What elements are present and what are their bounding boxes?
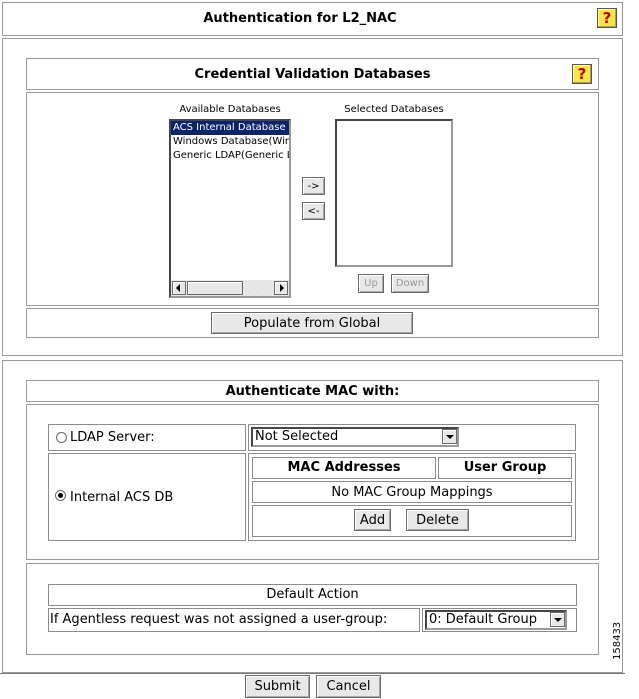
available-databases-label: Available Databases (179, 104, 281, 115)
figure-id: 158433 (612, 621, 623, 660)
credential-title: Credential Validation Databases (194, 67, 431, 82)
footer-divider (0, 673, 625, 674)
internal-acs-db-label: Internal ACS DB (70, 490, 174, 505)
down-button[interactable]: Down (391, 274, 429, 293)
user-group-value: 0: Default Group (429, 612, 537, 627)
scroll-thumb[interactable] (187, 281, 243, 295)
internal-acs-db-radio[interactable] (55, 490, 66, 501)
scroll-right-icon[interactable] (274, 281, 288, 295)
cancel-button[interactable]: Cancel (316, 675, 381, 698)
list-item[interactable]: ACS Internal Database (171, 121, 289, 135)
selected-databases-list[interactable] (335, 119, 453, 267)
page-title: Authentication for L2_NAC (203, 11, 397, 26)
credential-body (26, 92, 599, 306)
move-right-button[interactable]: -> (302, 177, 325, 195)
credential-help-icon[interactable]: ? (572, 64, 592, 84)
default-action-title: Default Action (266, 587, 359, 602)
mac-addresses-header-label: MAC Addresses (287, 460, 401, 475)
submit-button[interactable]: Submit (245, 675, 310, 698)
up-button[interactable]: Up (358, 274, 384, 293)
ldap-server-radio[interactable] (56, 432, 67, 443)
ldap-server-label: LDAP Server: (70, 430, 155, 445)
help-icon[interactable]: ? (597, 8, 617, 28)
add-button[interactable]: Add (354, 509, 391, 531)
ldap-server-value: Not Selected (255, 429, 339, 444)
selected-databases-label: Selected Databases (344, 104, 444, 115)
move-left-button[interactable]: <- (302, 202, 325, 220)
dropdown-arrow-icon[interactable] (550, 612, 565, 627)
list-item[interactable]: Generic LDAP(Generic LL (171, 149, 289, 163)
dropdown-arrow-icon[interactable] (442, 429, 457, 444)
delete-button[interactable]: Delete (406, 509, 469, 531)
list-item[interactable]: Windows Database(Windo (171, 135, 289, 149)
scroll-left-icon[interactable] (172, 281, 186, 295)
default-action-label: If Agentless request was not assigned a … (50, 612, 388, 627)
mac-title: Authenticate MAC with: (225, 384, 400, 399)
ldap-server-select[interactable]: Not Selected (251, 427, 459, 447)
populate-from-global-button[interactable]: Populate from Global (211, 312, 413, 334)
horizontal-scrollbar[interactable] (171, 280, 289, 296)
user-group-header-label: User Group (463, 460, 547, 475)
available-databases-list[interactable]: ACS Internal Database Windows Database(W… (169, 119, 291, 298)
user-group-select[interactable]: 0: Default Group (425, 610, 567, 630)
no-mappings-text: No MAC Group Mappings (331, 485, 493, 500)
scroll-track[interactable] (244, 281, 272, 295)
